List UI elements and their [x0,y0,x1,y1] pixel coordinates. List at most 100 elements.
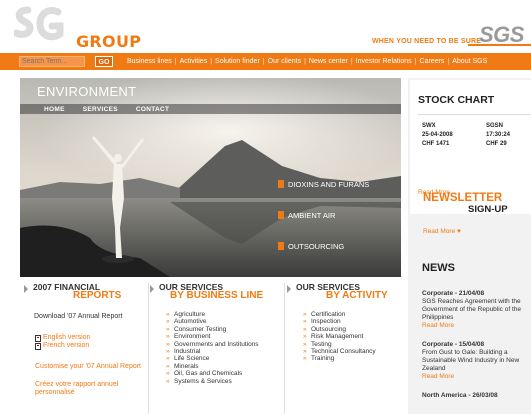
news-text: SGS Reaches Agreement with the Governmen… [422,298,522,321]
news-text: From Gust to Gale: Building a Sustainabl… [422,349,520,372]
nav-careers[interactable]: Careers [417,58,448,65]
nav-investor-relations[interactable]: Investor Relations [353,58,415,65]
activity-list: Certification Inspection Outsourcing Ris… [287,311,405,363]
news-date: Corporate - 21/04/08 [422,290,485,297]
triangle-bullet-icon [287,285,291,293]
hero-link-ambient-air[interactable]: AMBIENT AIR [278,205,401,225]
orange-bullet-icon [278,180,284,188]
business-line-list: Agriculture Automotive Consumer Testing … [150,311,282,385]
list-item[interactable]: Automotive [166,318,282,326]
link-label: English version [43,334,91,341]
logo-group-text: GROUP [76,32,142,51]
news-item: North America - 26/03/08 [422,392,531,400]
stock-chart-title: STOCK CHART [418,94,495,106]
list-item[interactable]: Systems & Services [166,378,282,386]
orange-bullet-icon [278,242,284,250]
tagline: WHEN YOU NEED TO BE SURE [372,38,482,45]
nav-separator: | [350,58,353,65]
news-panel: NEWS Corporate - 21/04/08 SGS Reaches Ag… [410,262,531,414]
brand-underline [468,44,531,46]
list-item[interactable]: Industrial [166,348,282,356]
services-activity-heading: OUR SERVICES BY ACTIVITY [287,283,405,301]
column-divider [284,283,285,414]
stock-cell: CHF 1471 [422,140,450,147]
triangle-bullet-icon [24,285,28,293]
services-business-line-column: OUR SERVICES BY BUSINESS LINE Agricultur… [150,283,282,385]
news-list: Corporate - 21/04/08 SGS Reaches Agreeme… [422,290,531,411]
news-read-more-link[interactable]: Read More [422,373,531,381]
list-item[interactable]: Life Science [166,355,282,363]
hero-menu-contact[interactable]: CONTACT [136,106,169,113]
list-item[interactable]: Training [303,355,405,363]
hero-menu-home[interactable]: HOME [44,106,65,113]
search-input[interactable] [19,56,85,67]
nav-separator: | [174,58,177,65]
hero-link-dioxins[interactable]: DIOXINS AND FURANS [278,174,401,194]
nav-activities[interactable]: Activities [177,58,211,65]
nav-news-center[interactable]: News center [306,58,351,65]
list-item[interactable]: Oil, Gas and Chemicals [166,370,282,378]
financial-reports-column: 2007 FINANCIAL REPORTS Download '07 Annu… [24,283,146,397]
nav-separator: | [447,58,450,65]
annual-report-links: English version French version [24,334,146,350]
french-version-link[interactable]: French version [35,342,146,350]
hero-link-label: AMBIENT AIR [288,210,336,220]
newsletter-signup[interactable]: SIGN-UP [468,204,508,215]
hero-links: DIOXINS AND FURANS AMBIENT AIR OUTSOURCI… [278,174,401,267]
hero-link-label: OUTSOURCING [288,241,345,251]
list-item[interactable]: Technical Consultancy [303,348,405,356]
stock-cell: SGSN [486,122,504,129]
news-title: NEWS [422,262,455,274]
stock-row: CHF 1471 CHF 29 [422,139,531,148]
nav-solution-finder[interactable]: Solution finder [212,58,263,65]
list-item[interactable]: Inspection [303,318,405,326]
nav-separator: | [262,58,265,65]
heading-line-2: BY ACTIVITY [326,290,388,301]
english-version-link[interactable]: English version [35,334,146,342]
list-item[interactable]: Minerals [166,363,282,371]
nav-about-sgs[interactable]: About SGS [449,58,490,65]
hero-link-outsourcing[interactable]: OUTSOURCING [278,236,401,256]
create-report-link[interactable]: Créez votre rapport annuel personnalisé [35,381,146,397]
customise-report-link[interactable]: Customise your '07 Annual Report [35,363,146,371]
hero-title: ENVIRONMENT [37,84,137,99]
list-item[interactable]: Testing [303,341,405,349]
newsletter-title: NEWSLETTER [423,192,503,204]
news-date: North America - 26/03/08 [422,392,498,399]
pdf-icon [35,334,41,342]
heading-line-2: REPORTS [73,290,122,301]
list-item[interactable]: Environment [166,333,282,341]
divider [418,114,531,115]
list-item[interactable]: Agriculture [166,311,282,319]
link-label: French version [43,342,90,349]
heading-line-2: BY BUSINESS LINE [170,290,264,301]
bottom-columns: 2007 FINANCIAL REPORTS Download '07 Annu… [20,283,405,414]
triangle-bullet-icon [150,285,154,293]
stock-row: 25-04-2008 17:30:24 [422,130,531,139]
sgs-logo-icon [14,6,64,41]
news-item: Corporate - 21/04/08 SGS Reaches Agreeme… [422,290,531,330]
search-go-button[interactable]: GO [95,56,113,67]
newsletter-panel: NEWSLETTER SIGN-UP Read More ♥ [410,183,531,263]
main-nav: Business lines | Activities | Solution fin… [124,53,490,70]
nav-business-lines[interactable]: Business lines [124,58,175,65]
stock-table: SWX SGSN 25-04-2008 17:30:24 CHF 1471 CHF 2… [410,121,531,148]
financial-reports-heading: 2007 FINANCIAL REPORTS [24,283,146,301]
list-item[interactable]: Consumer Testing [166,326,282,334]
list-item[interactable]: Governments and Institutions [166,341,282,349]
nav-separator: | [414,58,417,65]
nav-our-clients[interactable]: Our clients [265,58,304,65]
orange-bullet-icon [278,211,284,219]
list-item[interactable]: Certification [303,311,405,319]
news-read-more-link[interactable]: Read More [422,322,531,330]
hero-menu-services[interactable]: SERVICES [83,106,118,113]
download-annual-report: Download '07 Annual Report [34,313,123,320]
list-item[interactable]: Outsourcing [303,326,405,334]
list-item[interactable]: Risk Management [303,333,405,341]
column-divider [148,283,149,414]
sgs-logo[interactable]: GROUP [14,6,141,51]
stock-cell: 25-04-2008 [422,131,453,138]
newsletter-read-more-link[interactable]: Read More ♥ [423,228,461,235]
stock-cell: SWX [422,122,436,129]
stock-cell: CHF 29 [486,140,507,147]
